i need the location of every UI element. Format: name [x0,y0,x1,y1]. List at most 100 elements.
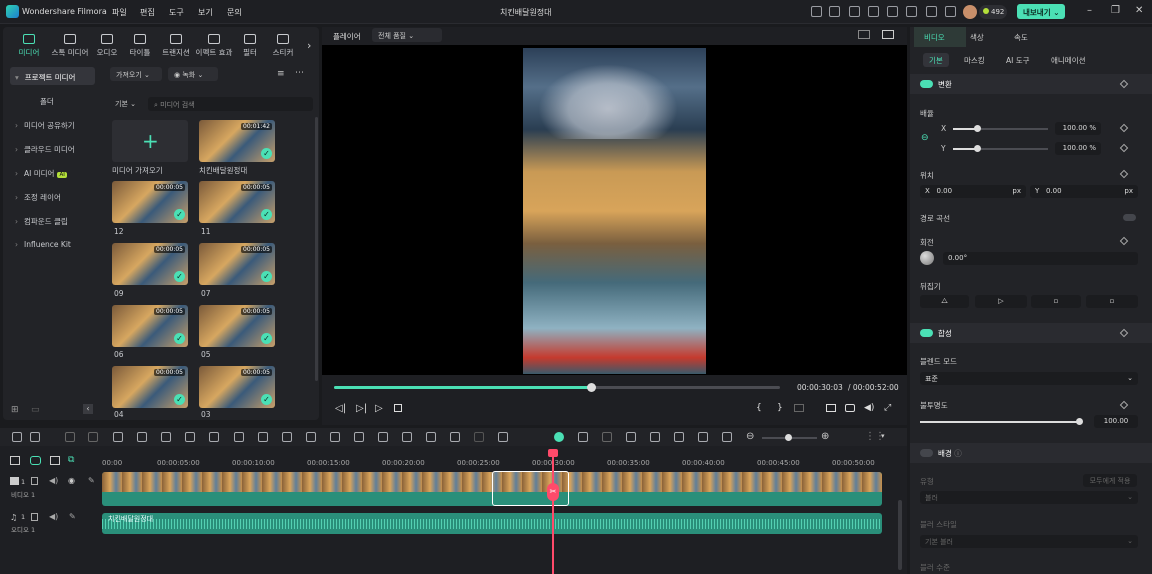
collapse-icon[interactable]: ‹ [83,404,93,414]
mute-icon[interactable]: ✎ [88,476,95,485]
magnet-icon[interactable]: ⧉ [68,455,74,465]
insert-icon[interactable] [794,404,804,412]
section-transform[interactable]: 변환 [910,74,1152,94]
list-icon[interactable] [674,432,684,442]
position-x-input[interactable]: X 0.00 px [920,185,1026,198]
import-media-tile[interactable]: + [112,120,188,162]
eye-icon[interactable]: ◉ [68,476,75,485]
flip-horizontal-icon[interactable]: ▷ [975,295,1027,308]
search-input[interactable]: ⌕ 미디어 검색 [148,97,313,111]
info-icon[interactable]: ⓘ [954,449,962,458]
render-icon[interactable] [554,432,564,442]
maximize-icon[interactable]: ❐ [1111,5,1120,16]
transform-icon[interactable] [402,432,412,442]
flip-vertical-icon[interactable]: ⧍ [920,295,969,308]
cut-icon[interactable] [137,432,147,442]
tab-stock-media[interactable]: 스톡 미디어 [51,34,89,58]
audio-clip[interactable]: 치킨배달원정대 [102,513,882,534]
close-icon[interactable]: ✕ [1135,5,1143,16]
media-thumb[interactable]: 00:00:05 ✓ [199,243,275,285]
lock-icon[interactable] [31,477,38,485]
fullscreen-icon[interactable]: ⤢ [884,403,891,413]
scrollbar[interactable] [315,117,318,381]
crop-icon[interactable] [161,432,171,442]
menu-file[interactable]: 파일 [112,7,127,18]
tab-video[interactable]: 비디오 [924,32,945,43]
sidebar-item-folder[interactable]: 폴더 [10,91,95,109]
mute-icon[interactable]: ✎ [69,512,76,521]
subtab-ai-tools[interactable]: AI 도구 [1000,53,1036,67]
media-thumb[interactable]: 00:01:42 ✓ [199,120,275,162]
tab-stickers[interactable]: 스티커 [267,34,299,58]
filter-list-icon[interactable]: ≡ [277,69,285,79]
sidebar-item-project-media[interactable]: ▾ 프로젝트 미디어 [10,67,95,85]
layout-icon[interactable] [12,432,22,442]
speed-icon[interactable] [282,432,292,442]
grid-view-icon[interactable] [858,30,870,39]
film-icon[interactable] [498,432,508,442]
add-track-icon[interactable] [10,456,20,465]
sidebar-item-cloud-media[interactable]: › 클라우드 미디어 [10,139,95,157]
image-icon[interactable] [849,6,860,17]
tab-speed[interactable]: 속도 [1014,32,1028,43]
import-button[interactable]: 가져오기 ⌄ [110,67,162,81]
track-manager-icon[interactable] [50,456,60,465]
subtab-masking[interactable]: 마스킹 [958,53,991,67]
tab-media[interactable]: 미디어 [13,34,45,58]
record-button[interactable]: ◉ 녹화 ⌄ [168,67,218,81]
zoom-out-icon[interactable]: ⊖ [746,431,754,442]
sort-dropdown[interactable]: 기본 ⌄ [115,99,136,109]
path-curve-toggle[interactable] [1123,214,1136,221]
link-icon[interactable]: ⊖ [921,133,929,143]
tab-titles[interactable]: 타이틀 [124,34,156,58]
sidebar-item-influence-kit[interactable]: › Influence Kit [10,235,95,253]
pen-tool-icon[interactable] [185,432,195,442]
section-background[interactable]: 배경 ⓘ [910,443,1152,463]
tab-color[interactable]: 색상 [970,32,984,43]
text-tool-icon[interactable] [209,432,219,442]
mic-icon[interactable] [650,432,660,442]
avatar[interactable] [963,5,977,19]
subtitle-icon[interactable] [698,432,708,442]
audio-icon[interactable]: ◀) [49,512,58,521]
timeline-scrollbar[interactable] [898,500,902,570]
new-folder-icon[interactable]: ⊞ [11,405,19,415]
apply-all-button[interactable]: 모두에게 적용 [1083,474,1137,487]
link-track-icon[interactable] [30,456,41,465]
zoom-knob[interactable] [785,434,792,441]
minimize-icon[interactable]: – [1087,5,1092,16]
export-button[interactable]: 내보내기 ⌄ [1017,4,1065,19]
stabilize-icon[interactable] [354,432,364,442]
media-thumb[interactable]: 00:00:05 ✓ [112,181,188,223]
opacity-input[interactable]: 100.00 [1094,415,1138,428]
menu-help[interactable]: 문의 [227,7,242,18]
scale-x-knob[interactable] [974,125,981,132]
transform-toggle[interactable] [920,80,933,88]
display-icon[interactable] [826,404,836,412]
position-y-input[interactable]: Y 0.00 px [1030,185,1138,198]
prev-frame-icon[interactable]: ◁| [335,403,346,414]
scale-y-input[interactable]: 100.00 % [1055,142,1101,155]
marker-icon[interactable] [602,432,612,442]
select-icon[interactable] [30,432,40,442]
background-toggle[interactable] [920,449,933,457]
blur-style-dropdown[interactable]: 기본 블러 ⌄ [920,535,1138,548]
scale-y-knob[interactable] [974,145,981,152]
bg-type-dropdown[interactable]: 블러 ⌄ [920,491,1138,504]
blend-mode-dropdown[interactable]: 표준 ⌄ [920,372,1138,385]
audio-icon[interactable]: ◀) [49,476,58,485]
rotate-left-icon[interactable]: ▫ [1031,295,1081,308]
rotate-right-icon[interactable]: ▫ [1086,295,1138,308]
sidebar-item-media-share[interactable]: › 미디어 공유하기 [10,115,95,133]
media-thumb[interactable]: 00:00:05 ✓ [199,305,275,347]
menu-view[interactable]: 보기 [198,7,213,18]
menu-edit[interactable]: 편집 [140,7,155,18]
group-icon[interactable] [450,432,460,442]
pen-icon[interactable] [829,6,840,17]
undo-icon[interactable] [65,432,75,442]
tab-audio[interactable]: 오디오 [91,34,123,58]
sidebar-item-adjustment-layer[interactable]: › 조정 레이어 [10,187,95,205]
media-thumb[interactable]: 00:00:05 ✓ [199,366,275,408]
sidebar-item-compound-clip[interactable]: › 컴파운드 클립 [10,211,95,229]
rotate-dial[interactable] [920,251,934,265]
